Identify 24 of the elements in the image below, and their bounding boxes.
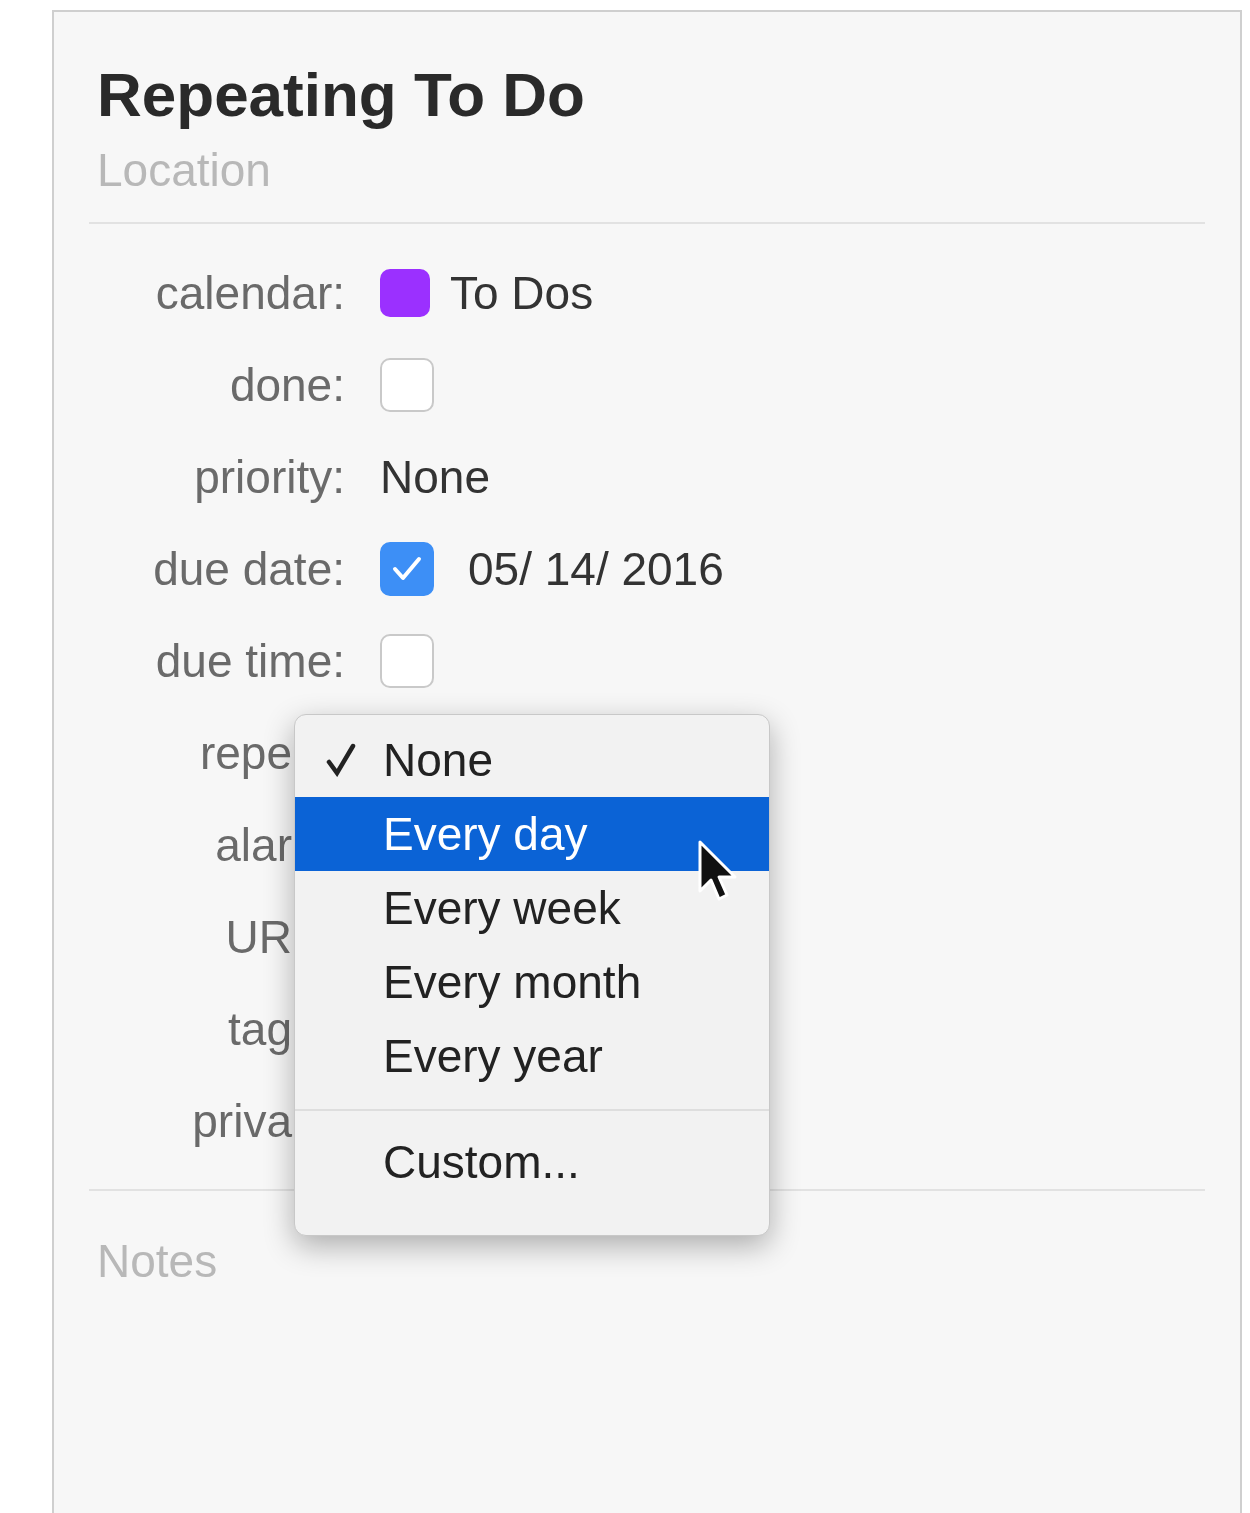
- menu-item[interactable]: None: [295, 723, 769, 797]
- field-label: due date:: [153, 542, 345, 596]
- date-field[interactable]: 05/ 14/ 2016: [468, 542, 724, 596]
- field-label: priority:: [194, 450, 345, 504]
- checkbox[interactable]: [380, 634, 434, 688]
- window-title: Repeating To Do: [96, 59, 586, 130]
- field-label: priva: [192, 1094, 293, 1148]
- field-label: due time:: [155, 634, 345, 688]
- field-label: calendar:: [155, 266, 345, 320]
- field-label: repe: [199, 726, 293, 780]
- menu-item[interactable]: Every week: [295, 871, 769, 945]
- field-label: alar: [215, 818, 293, 872]
- menu-item[interactable]: Every month: [295, 945, 769, 1019]
- menu-item[interactable]: Custom...: [295, 1125, 769, 1199]
- field-label: done:: [229, 358, 345, 412]
- calendar-value[interactable]: To Dos: [450, 266, 594, 320]
- menu-item[interactable]: Every year: [295, 1019, 769, 1093]
- checkbox[interactable]: [380, 542, 434, 596]
- menu-item[interactable]: Every day: [295, 797, 769, 871]
- field-label: UR: [225, 910, 293, 964]
- checkbox[interactable]: [380, 358, 434, 412]
- checkmark-icon: [391, 555, 423, 583]
- field-label: tag: [228, 1002, 293, 1056]
- priority-value[interactable]: None: [380, 450, 490, 504]
